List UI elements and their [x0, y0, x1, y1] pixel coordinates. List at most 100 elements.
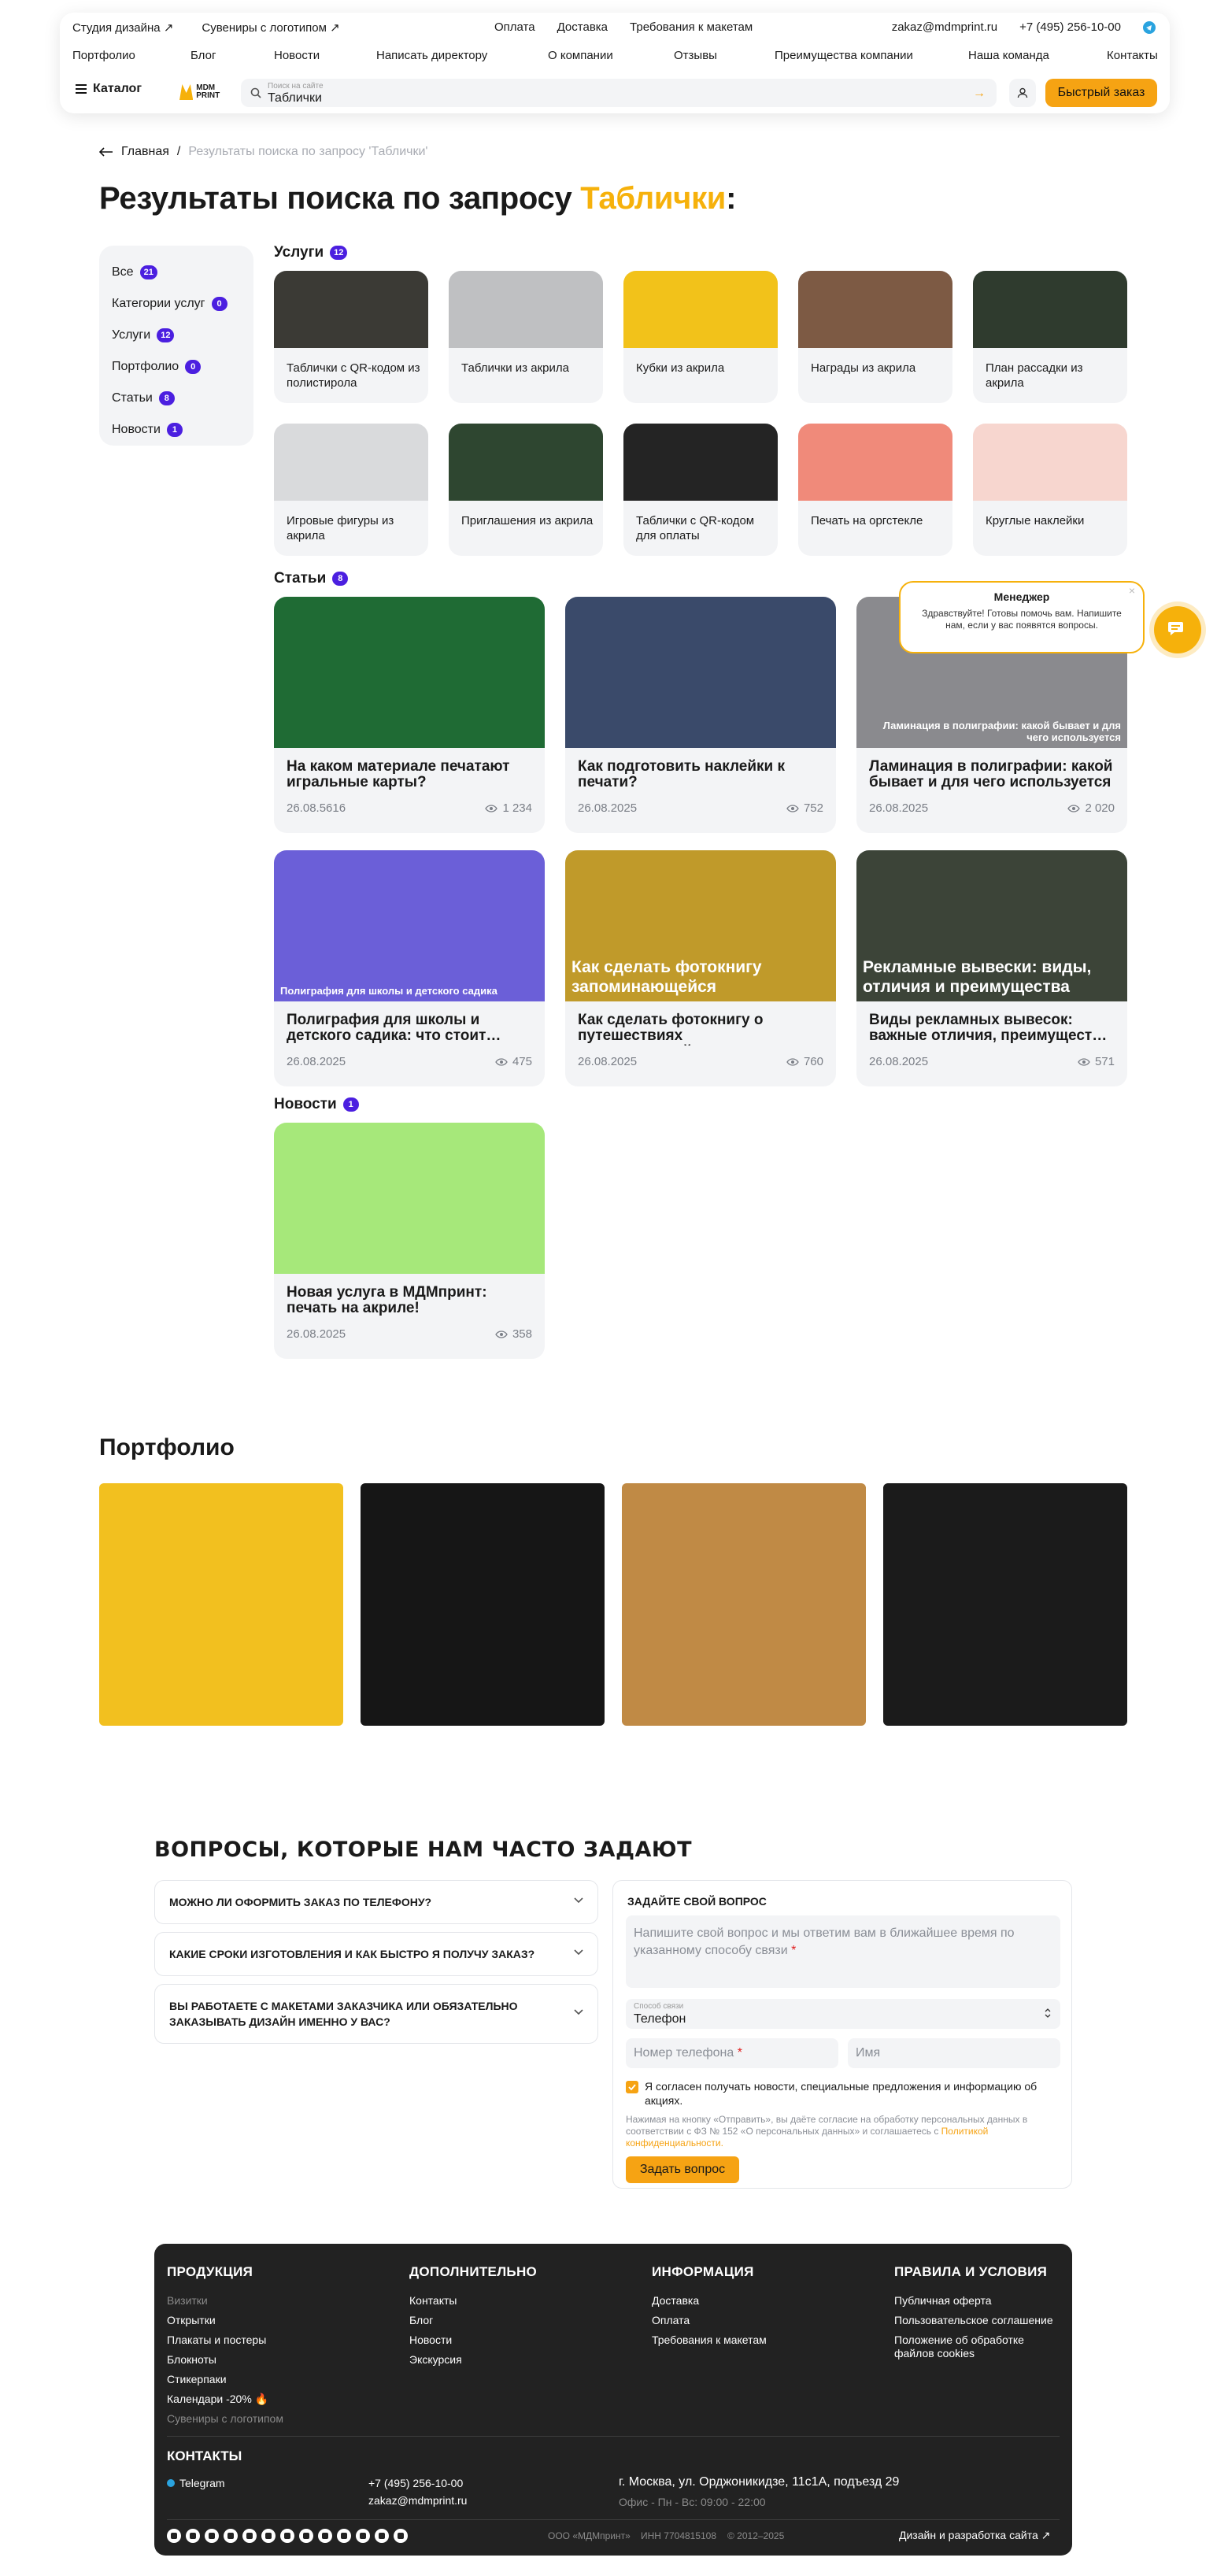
- footer-link[interactable]: Экскурсия: [409, 2350, 537, 2370]
- article-card[interactable]: Рекламные вывески: виды, отличия и преим…: [856, 850, 1127, 1086]
- checkmark-icon[interactable]: [626, 2081, 638, 2093]
- header-email[interactable]: zakaz@mdmprint.ru: [892, 20, 997, 34]
- filter-portfolio[interactable]: Портфолио 0: [112, 351, 241, 383]
- breadcrumb-home[interactable]: Главная: [121, 145, 169, 159]
- service-card[interactable]: Кубки из акрила: [623, 271, 778, 403]
- social-rutube-icon[interactable]: [242, 2529, 257, 2543]
- footer-link[interactable]: Блокноты: [167, 2350, 283, 2370]
- service-card[interactable]: План рассадки из акрила: [973, 271, 1127, 403]
- footer-link[interactable]: Блог: [409, 2311, 537, 2330]
- service-card[interactable]: Таблички с QR-кодом для оплаты: [623, 424, 778, 556]
- article-card[interactable]: На каком материале печатают игральные ка…: [274, 597, 545, 833]
- chat-button[interactable]: [1154, 606, 1201, 653]
- nav-portfolio[interactable]: Портфолио: [72, 49, 135, 62]
- portfolio-tile[interactable]: [361, 1483, 605, 1726]
- nav-write-director[interactable]: Написать директору: [376, 49, 487, 62]
- service-card[interactable]: Награды из акрила: [798, 271, 952, 403]
- social-threads-icon[interactable]: [394, 2529, 408, 2543]
- service-card[interactable]: Таблички с QR-кодом из полистирола: [274, 271, 428, 403]
- name-field[interactable]: Имя: [848, 2038, 1060, 2068]
- footer-phone[interactable]: +7 (495) 256-10-00: [368, 2477, 463, 2489]
- design-studio-link[interactable]: Студия дизайна ↗: [72, 20, 173, 35]
- portfolio-tile[interactable]: [99, 1483, 343, 1726]
- filter-all[interactable]: Все 21: [112, 257, 241, 288]
- filter-articles[interactable]: Статьи 8: [112, 383, 241, 414]
- nav-news[interactable]: Новости: [274, 49, 320, 62]
- footer-link[interactable]: Публичная оферта: [894, 2291, 1060, 2311]
- social-dzen-icon[interactable]: [261, 2529, 276, 2543]
- service-card[interactable]: Игровые фигуры из акрила: [274, 424, 428, 556]
- close-icon[interactable]: ×: [1129, 584, 1135, 597]
- footer-link[interactable]: Открытки: [167, 2311, 283, 2330]
- search-submit-arrow-icon[interactable]: →: [973, 87, 986, 101]
- question-textarea[interactable]: Напишите свой вопрос и мы ответим вам в …: [626, 1915, 1060, 1988]
- footer-link[interactable]: Требования к макетам: [652, 2330, 767, 2350]
- faq-item[interactable]: Вы работаете с макетами заказчика или об…: [154, 1984, 598, 2044]
- social-tiktok-icon[interactable]: [337, 2529, 351, 2543]
- header-phone[interactable]: +7 (495) 256-10-00: [1019, 20, 1121, 34]
- footer-link[interactable]: Плакаты и постеры: [167, 2330, 283, 2350]
- filter-news[interactable]: Новости 1: [112, 414, 241, 446]
- social-telegram-icon[interactable]: [167, 2529, 181, 2543]
- requirements-link[interactable]: Требования к макетам: [630, 20, 753, 34]
- faq-item[interactable]: Какие сроки изготовления и как быстро я …: [154, 1932, 598, 1976]
- social-behance-icon[interactable]: [280, 2529, 294, 2543]
- account-button[interactable]: [1009, 79, 1036, 107]
- consent-checkbox[interactable]: Я согласен получать новости, специальные…: [626, 2079, 1060, 2108]
- telegram-icon[interactable]: [1143, 20, 1156, 34]
- footer-link[interactable]: Пользовательское соглашение: [894, 2311, 1060, 2330]
- footer-link[interactable]: Доставка: [652, 2291, 767, 2311]
- nav-advantages[interactable]: Преимущества компании: [775, 49, 913, 62]
- social-youtube-icon[interactable]: [224, 2529, 238, 2543]
- footer-link[interactable]: Новости: [409, 2330, 537, 2350]
- nav-reviews[interactable]: Отзывы: [674, 49, 717, 62]
- footer-telegram-link[interactable]: Telegram: [167, 2477, 225, 2489]
- footer-link[interactable]: Положение об обработке файлов cookies: [894, 2334, 1060, 2360]
- faq-item[interactable]: Можно ли оформить заказ по телефону?: [154, 1880, 598, 1924]
- footer-link[interactable]: Календари -20% 🔥: [167, 2389, 283, 2409]
- search-value[interactable]: Таблички: [268, 91, 322, 105]
- contact-method-select[interactable]: Способ связи Телефон: [626, 1999, 1060, 2029]
- footer-link[interactable]: Визитки: [167, 2291, 283, 2311]
- back-arrow-icon[interactable]: [99, 147, 113, 157]
- filter-categories[interactable]: Категории услуг 0: [112, 288, 241, 320]
- delivery-link[interactable]: Доставка: [557, 20, 608, 34]
- news-card[interactable]: Новая услуга в МДМпринт: печать на акрил…: [274, 1123, 545, 1359]
- catalog-button[interactable]: Каталог: [76, 82, 142, 96]
- footer-link[interactable]: Сувениры с логотипом: [167, 2409, 283, 2429]
- search-input[interactable]: Поиск на сайте Таблички →: [241, 79, 997, 107]
- footer-link[interactable]: Контакты: [409, 2291, 537, 2311]
- article-card[interactable]: Как сделать фотокнигу запоминающейся Как…: [565, 850, 836, 1086]
- nav-team[interactable]: Наша команда: [968, 49, 1049, 62]
- footer-link[interactable]: Оплата: [652, 2311, 767, 2330]
- developer-link[interactable]: Дизайн и разработка сайта ↗: [899, 2529, 1050, 2542]
- nav-contacts[interactable]: Контакты: [1107, 49, 1158, 62]
- social-instagram-icon[interactable]: [205, 2529, 219, 2543]
- phone-field[interactable]: Номер телефона *: [626, 2038, 838, 2068]
- social-pinterest-icon[interactable]: [299, 2529, 313, 2543]
- article-card[interactable]: Как подготовить наклейки к печати? 26.08…: [565, 597, 836, 833]
- social-yappy-icon[interactable]: [375, 2529, 389, 2543]
- payment-link[interactable]: Оплата: [494, 20, 535, 34]
- service-card[interactable]: Таблички из акрила: [449, 271, 603, 403]
- service-card[interactable]: Приглашения из акрила: [449, 424, 603, 556]
- nav-blog[interactable]: Блог: [190, 49, 216, 62]
- service-image: [798, 424, 952, 501]
- filter-services[interactable]: Услуги 12: [112, 320, 241, 351]
- social-vk-icon[interactable]: [186, 2529, 200, 2543]
- souvenirs-link[interactable]: Сувениры с логотипом ↗: [202, 20, 339, 35]
- footer-link[interactable]: Стикерпаки: [167, 2370, 283, 2389]
- service-image: [798, 271, 952, 348]
- article-card[interactable]: Полиграфия для школы и детского садика П…: [274, 850, 545, 1086]
- service-card[interactable]: Печать на оргстекле: [798, 424, 952, 556]
- nav-about[interactable]: О компании: [548, 49, 613, 62]
- submit-question-button[interactable]: Задать вопрос: [626, 2156, 739, 2183]
- social-vc-icon[interactable]: [356, 2529, 370, 2543]
- portfolio-tile[interactable]: [883, 1483, 1127, 1726]
- social-ok-icon[interactable]: [318, 2529, 332, 2543]
- site-logo[interactable]: MDM PRINT: [179, 82, 228, 102]
- service-card[interactable]: Круглые наклейки: [973, 424, 1127, 556]
- footer-email[interactable]: zakaz@mdmprint.ru: [368, 2494, 467, 2507]
- portfolio-tile[interactable]: [622, 1483, 866, 1726]
- quick-order-button[interactable]: Быстрый заказ: [1045, 79, 1157, 107]
